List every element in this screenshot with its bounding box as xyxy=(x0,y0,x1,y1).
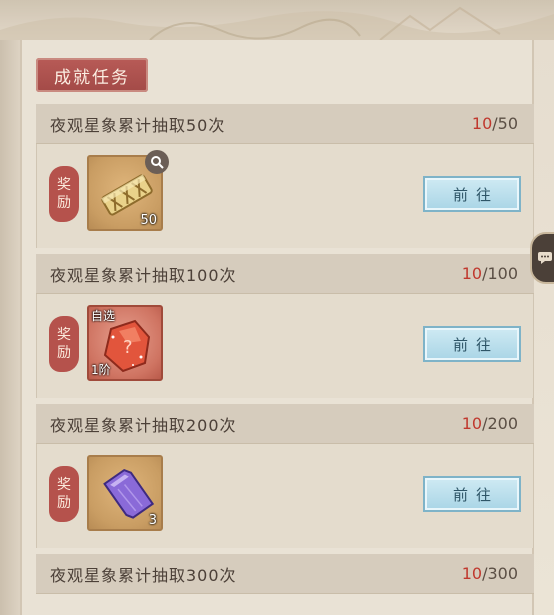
task-title: 夜观星象累计抽取300次 xyxy=(50,565,237,585)
reward-seal-char-bottom: 励 xyxy=(57,345,71,361)
task-reward-area: 奖 励 3 前往 xyxy=(36,444,534,548)
go-button[interactable]: 前往 xyxy=(423,326,521,362)
task-title: 夜观星象累计抽取50次 xyxy=(50,115,226,135)
task-header: 夜观星象累计抽取100次 10/100 xyxy=(36,254,534,294)
item-count: 3 xyxy=(148,513,157,528)
task-progress: 10/100 xyxy=(462,264,518,283)
task-progress: 10/50 xyxy=(472,114,518,133)
task-row: 夜观星象累计抽取300次 10/300 xyxy=(36,554,534,594)
progress-current: 10 xyxy=(461,414,483,433)
task-title: 夜观星象累计抽取200次 xyxy=(50,415,237,435)
progress-current: 10 xyxy=(461,264,483,283)
magnify-icon[interactable] xyxy=(145,150,169,174)
go-button[interactable]: 前往 xyxy=(423,476,521,512)
header-decoration xyxy=(0,0,554,40)
task-row: 夜观星象累计抽取50次 10/50 奖 励 50 前往 xyxy=(36,104,534,248)
reward-seal-char-top: 奖 xyxy=(57,327,71,343)
svg-text:?: ? xyxy=(123,337,133,358)
progress-total: /100 xyxy=(482,264,518,283)
progress-total: /200 xyxy=(482,414,518,433)
reward-seal: 奖 励 xyxy=(49,316,79,372)
task-reward-area: 奖 励 50 前往 xyxy=(36,144,534,248)
reward-seal: 奖 励 xyxy=(49,466,79,522)
progress-current: 10 xyxy=(471,114,493,133)
task-header: 夜观星象累计抽取50次 10/50 xyxy=(36,104,534,144)
reward-seal-char-top: 奖 xyxy=(57,177,71,193)
section-title: 成就任务 xyxy=(36,58,148,92)
progress-total: /300 xyxy=(482,564,518,583)
task-title: 夜观星象累计抽取100次 xyxy=(50,265,237,285)
task-progress: 10/200 xyxy=(462,414,518,433)
task-reward-area: 奖 励 ? 自选 1阶 前往 xyxy=(36,294,534,398)
chat-icon xyxy=(538,252,552,264)
achievement-panel-window: 成就任务 夜观星象累计抽取50次 10/50 奖 励 50 前往 夜观星象累计抽… xyxy=(0,0,554,615)
item-grade: 1阶 xyxy=(91,363,111,377)
progress-total: /50 xyxy=(492,114,518,133)
task-row: 夜观星象累计抽取100次 10/100 奖 励 ? 自选 1阶 前往 xyxy=(36,254,534,398)
task-progress: 10/300 xyxy=(462,564,518,583)
side-chat-tab[interactable] xyxy=(530,232,554,284)
item-tag: 自选 xyxy=(91,309,116,323)
reward-seal-char-top: 奖 xyxy=(57,477,71,493)
reward-item-slot[interactable]: ? 自选 1阶 xyxy=(87,305,163,381)
reward-seal-char-bottom: 励 xyxy=(57,495,71,511)
item-count: 50 xyxy=(140,213,157,228)
reward-seal-char-bottom: 励 xyxy=(57,195,71,211)
task-header: 夜观星象累计抽取200次 10/200 xyxy=(36,404,534,444)
task-header: 夜观星象累计抽取300次 10/300 xyxy=(36,554,534,594)
reward-item-slot[interactable]: 3 xyxy=(87,455,163,531)
reward-seal: 奖 励 xyxy=(49,166,79,222)
task-row: 夜观星象累计抽取200次 10/200 奖 励 3 前往 xyxy=(36,404,534,548)
left-border xyxy=(0,40,20,615)
progress-current: 10 xyxy=(461,564,483,583)
go-button[interactable]: 前往 xyxy=(423,176,521,212)
